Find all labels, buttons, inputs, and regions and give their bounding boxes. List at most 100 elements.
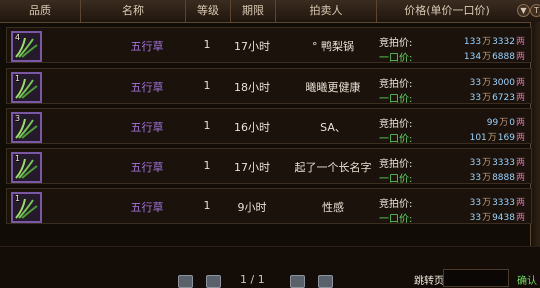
seller-name: ° 鸭梨锅 bbox=[312, 40, 354, 53]
bid-liang-value: 0 bbox=[509, 118, 515, 128]
buyout-wan-value: 33 bbox=[469, 93, 482, 103]
bid-liang-value: 3333 bbox=[492, 198, 515, 208]
item-icon[interactable]: 3 bbox=[11, 112, 42, 143]
item-icon[interactable]: 1 bbox=[11, 72, 42, 103]
seller-name: 曦曦更健康 bbox=[305, 81, 361, 94]
bid-liang-value: 3332 bbox=[492, 37, 515, 47]
seller-name: 起了一个长名字 bbox=[294, 161, 372, 174]
table-header: 品质 名称 等级 期限 拍卖人 价格(单价一口价) ▼ T bbox=[0, 0, 540, 23]
confirm-button[interactable]: 确认 bbox=[517, 272, 537, 287]
header-quality: 品质 bbox=[0, 0, 81, 22]
buyout-price: 33万9438两 bbox=[437, 210, 526, 223]
item-stack-count: 3 bbox=[15, 114, 21, 123]
buyout-liang-value: 9438 bbox=[492, 213, 515, 223]
header-name: 名称 bbox=[81, 0, 186, 22]
header-seller: 拍卖人 bbox=[276, 0, 377, 22]
pagination-footer: 1 / 1 跳转页 确认 bbox=[0, 246, 540, 288]
bid-price: 33万3333两 bbox=[437, 195, 526, 208]
buyout-liang-value: 6888 bbox=[492, 52, 515, 62]
item-level: 1 bbox=[203, 119, 211, 132]
bid-label: 竞拍价: bbox=[379, 199, 413, 210]
bid-wan-value: 33 bbox=[469, 158, 482, 168]
sort-icon[interactable]: ▼ bbox=[517, 4, 530, 17]
buyout-label: 一口价: bbox=[379, 53, 413, 64]
buyout-wan-value: 134 bbox=[463, 52, 482, 62]
buyout-wan-value: 33 bbox=[469, 213, 482, 223]
bid-wan-value: 33 bbox=[469, 198, 482, 208]
buyout-liang-value: 169 bbox=[497, 133, 515, 143]
item-stack-count: 4 bbox=[15, 33, 21, 42]
wan-unit: 万 bbox=[482, 173, 492, 183]
liang-unit: 两 bbox=[515, 213, 525, 223]
buyout-wan-value: 101 bbox=[469, 133, 487, 143]
item-icon[interactable]: 1 bbox=[11, 192, 42, 223]
jump-page-label: 跳转页 bbox=[414, 276, 444, 287]
liang-unit: 两 bbox=[515, 158, 525, 168]
item-level: 1 bbox=[203, 199, 211, 212]
next-page-button[interactable] bbox=[290, 275, 305, 288]
liang-unit: 两 bbox=[515, 37, 525, 47]
item-time: 18小时 bbox=[234, 81, 270, 94]
wan-unit: 万 bbox=[482, 52, 492, 62]
bid-price: 33万3333两 bbox=[437, 155, 526, 168]
item-level: 1 bbox=[203, 38, 211, 51]
wan-unit: 万 bbox=[482, 198, 492, 208]
seller-name: SA、 bbox=[320, 121, 346, 134]
buyout-label: 一口价: bbox=[379, 214, 413, 225]
buyout-liang-value: 8888 bbox=[492, 173, 515, 183]
buyout-price: 101万169两 bbox=[437, 130, 526, 143]
item-time: 17小时 bbox=[234, 161, 270, 174]
item-time: 16小时 bbox=[234, 121, 270, 134]
auction-window: 品质 名称 等级 期限 拍卖人 价格(单价一口价) ▼ T 4 五行草 1 17… bbox=[0, 0, 540, 288]
bid-price: 133万3332两 bbox=[437, 34, 526, 47]
buyout-liang-value: 6723 bbox=[492, 93, 515, 103]
wan-unit: 万 bbox=[482, 213, 492, 223]
first-page-button[interactable] bbox=[178, 275, 193, 288]
item-level: 1 bbox=[203, 159, 211, 172]
jump-page-input[interactable] bbox=[443, 269, 509, 287]
buyout-label: 一口价: bbox=[379, 134, 413, 145]
header-duration: 期限 bbox=[231, 0, 276, 22]
item-name: 五行草 bbox=[130, 81, 164, 94]
bid-label: 竞拍价: bbox=[379, 159, 413, 170]
page-indicator: 1 / 1 bbox=[240, 273, 265, 286]
wan-unit: 万 bbox=[487, 133, 497, 143]
bid-wan-value: 99 bbox=[486, 118, 499, 128]
bid-label: 竞拍价: bbox=[379, 79, 413, 90]
liang-unit: 两 bbox=[515, 173, 525, 183]
item-time: 17小时 bbox=[234, 40, 270, 53]
buyout-price: 134万6888两 bbox=[437, 49, 526, 62]
prev-page-button[interactable] bbox=[206, 275, 221, 288]
last-page-button[interactable] bbox=[318, 275, 333, 288]
seller-name: 性感 bbox=[322, 201, 344, 214]
liang-unit: 两 bbox=[515, 52, 525, 62]
table-row[interactable]: 1 五行草 1 18小时 曦曦更健康 竞拍价: 一口价: 33万3000两 33… bbox=[6, 68, 532, 105]
header-price: 价格(单价一口价) bbox=[404, 4, 490, 17]
wan-unit: 万 bbox=[482, 37, 492, 47]
table-row[interactable]: 1 五行草 1 9小时 性感 竞拍价: 一口价: 33万3333两 33万943… bbox=[6, 188, 532, 225]
buyout-wan-value: 33 bbox=[469, 173, 482, 183]
table-row[interactable]: 4 五行草 1 17小时 ° 鸭梨锅 竞拍价: 一口价: 133万3332两 1… bbox=[6, 27, 532, 64]
liang-unit: 两 bbox=[515, 133, 525, 143]
liang-unit: 两 bbox=[515, 78, 525, 88]
bid-liang-value: 3333 bbox=[492, 158, 515, 168]
table-row[interactable]: 3 五行草 1 16小时 SA、 竞拍价: 一口价: 99万0两 101万169… bbox=[6, 108, 532, 145]
wan-unit: 万 bbox=[499, 118, 509, 128]
sort-icon[interactable]: T bbox=[530, 4, 540, 17]
item-icon[interactable]: 4 bbox=[11, 31, 42, 62]
bid-wan-value: 33 bbox=[469, 78, 482, 88]
item-icon[interactable]: 1 bbox=[11, 152, 42, 183]
buyout-label: 一口价: bbox=[379, 174, 413, 185]
item-stack-count: 1 bbox=[15, 74, 21, 83]
bid-liang-value: 3000 bbox=[492, 78, 515, 88]
item-stack-count: 1 bbox=[15, 154, 21, 163]
table-row[interactable]: 1 五行草 1 17小时 起了一个长名字 竞拍价: 一口价: 33万3333两 … bbox=[6, 148, 532, 185]
item-time: 9小时 bbox=[237, 201, 267, 214]
item-level: 1 bbox=[203, 79, 211, 92]
item-name: 五行草 bbox=[130, 40, 164, 53]
wan-unit: 万 bbox=[482, 78, 492, 88]
liang-unit: 两 bbox=[515, 93, 525, 103]
wan-unit: 万 bbox=[482, 93, 492, 103]
bid-price: 99万0两 bbox=[437, 115, 526, 128]
item-name: 五行草 bbox=[130, 201, 164, 214]
